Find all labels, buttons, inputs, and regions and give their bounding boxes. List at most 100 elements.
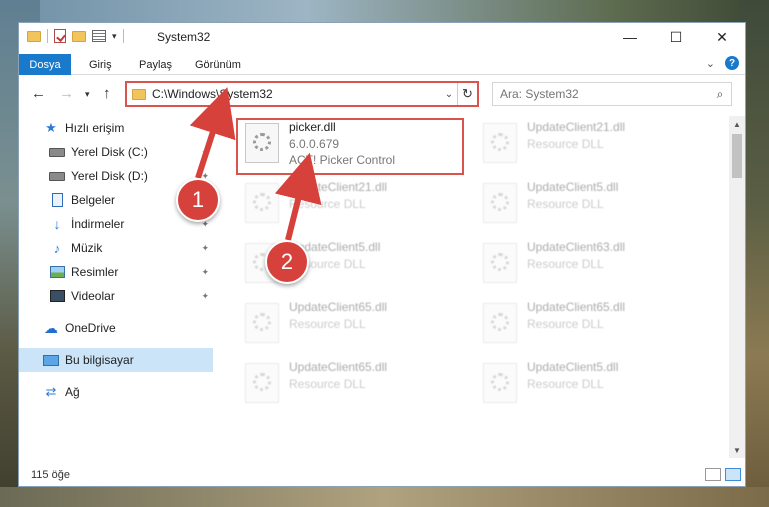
navigation-bar: ← → ▾ ↑ C:\Windows\System32 ⌄ ↻ ⌕	[19, 76, 745, 112]
sidebar-item-label: Ağ	[65, 385, 80, 399]
sidebar-item-music[interactable]: ♪ Müzik ✦	[19, 236, 213, 260]
item-count: 115 öğe	[31, 469, 70, 481]
pin-icon[interactable]: ✦	[201, 147, 209, 158]
recent-locations-chevron-icon[interactable]: ▾	[85, 89, 90, 100]
file-item-picker-dll[interactable]: picker.dll 6.0.0.679 ACT! Picker Control	[239, 119, 469, 177]
sidebar-item-network[interactable]: ⇄ Ağ	[19, 380, 213, 404]
file-item[interactable]: UpdateClient65.dll Resource DLL	[239, 359, 469, 417]
new-folder-icon[interactable]	[72, 30, 86, 42]
divider	[122, 29, 124, 43]
sidebar-item-videos[interactable]: Videolar ✦	[19, 284, 213, 308]
step-marker-2: 2	[265, 240, 309, 284]
sidebar-item-pictures[interactable]: Resimler ✦	[19, 260, 213, 284]
file-name: UpdateClient5.dll	[527, 180, 619, 194]
title-bar: ▾ System32 — ☐ ✕	[19, 23, 745, 51]
file-item[interactable]: UpdateClient5.dll Resource DLL	[477, 179, 707, 237]
search-icon[interactable]: ⌕	[709, 87, 731, 102]
properties-check-icon[interactable]	[54, 29, 66, 43]
dll-file-icon	[245, 363, 279, 403]
sidebar-item-local-disk-c[interactable]: Yerel Disk (C:) ✦	[19, 140, 213, 164]
file-list: picker.dll 6.0.0.679 ACT! Picker Control…	[227, 116, 729, 456]
address-dropdown-chevron-icon[interactable]: ⌄	[441, 89, 457, 100]
maximize-button[interactable]: ☐	[653, 23, 699, 51]
window-controls: — ☐ ✕	[607, 23, 745, 51]
explorer-window: ▾ System32 — ☐ ✕ Dosya Giriş Paylaş Görü…	[18, 22, 746, 487]
file-name: UpdateClient65.dll	[289, 360, 388, 374]
tab-view[interactable]: Görünüm	[187, 54, 249, 75]
sidebar-item-label: Bu bilgisayar	[65, 353, 134, 367]
sidebar-item-this-pc[interactable]: Bu bilgisayar	[19, 348, 213, 372]
expand-ribbon-chevron-icon[interactable]: ⌄	[706, 57, 715, 70]
file-item[interactable]: UpdateClient5.dll Resource DLL	[477, 359, 707, 417]
videos-icon	[49, 289, 65, 303]
file-item[interactable]: UpdateClient65.dll Resource DLL	[477, 299, 707, 357]
step-marker-1: 1	[176, 178, 220, 222]
file-item[interactable]: UpdateClient63.dll Resource DLL	[477, 239, 707, 297]
tab-share[interactable]: Paylaş	[131, 54, 180, 75]
sidebar-item-label: OneDrive	[65, 321, 116, 335]
file-item[interactable]: UpdateClient65.dll Resource DLL	[239, 299, 469, 357]
dll-file-icon	[483, 243, 517, 283]
minimize-button[interactable]: —	[607, 23, 653, 51]
file-name: UpdateClient21.dll	[527, 120, 626, 134]
dll-file-icon	[483, 123, 517, 163]
dll-file-icon	[245, 183, 279, 223]
status-bar: 115 öğe	[19, 464, 745, 486]
sidebar-item-label: Videolar	[71, 289, 115, 303]
folder-icon	[132, 88, 146, 100]
dll-file-icon	[483, 363, 517, 403]
file-description: Resource DLL	[527, 317, 604, 331]
music-icon: ♪	[53, 240, 61, 256]
file-description: Resource DLL	[289, 317, 366, 331]
file-description: Resource DLL	[289, 377, 366, 391]
large-icons-view-icon[interactable]	[725, 468, 741, 481]
cloud-icon: ☁	[44, 319, 58, 336]
scroll-up-icon[interactable]: ▲	[729, 116, 745, 132]
file-item[interactable]: UpdateClient21.dll Resource DLL	[477, 119, 707, 177]
scroll-thumb[interactable]	[732, 134, 742, 178]
sidebar-item-onedrive[interactable]: ☁ OneDrive	[19, 316, 213, 340]
scroll-down-icon[interactable]: ▼	[729, 442, 745, 458]
sidebar-item-label: Yerel Disk (C:)	[71, 145, 148, 159]
address-bar[interactable]: C:\Windows\System32 ⌄ ↻	[125, 81, 479, 107]
pin-icon[interactable]: ✦	[201, 243, 209, 254]
star-icon: ★	[45, 120, 57, 135]
file-description: ACT! Picker Control	[289, 153, 396, 167]
disk-icon	[49, 145, 65, 159]
address-path[interactable]: C:\Windows\System32	[152, 87, 441, 101]
sidebar-item-label: İndirmeler	[71, 217, 125, 231]
sidebar-item-label: Belgeler	[71, 193, 116, 207]
sidebar-item-label: Hızlı erişim	[65, 121, 125, 135]
divider	[47, 29, 48, 43]
details-view-icon[interactable]	[705, 468, 721, 481]
file-name: UpdateClient63.dll	[527, 240, 626, 254]
tab-file[interactable]: Dosya	[19, 54, 71, 75]
refresh-icon[interactable]: ↻	[457, 83, 477, 105]
pin-icon[interactable]: ✦	[201, 291, 209, 302]
back-arrow-icon[interactable]: ←	[31, 85, 46, 102]
pictures-icon	[49, 265, 65, 279]
disk-icon	[49, 169, 65, 183]
sidebar-item-quick-access[interactable]: ★ Hızlı erişim	[19, 116, 213, 140]
properties-icon[interactable]	[92, 30, 106, 42]
window-title: System32	[157, 30, 211, 44]
folder-icon	[27, 30, 41, 42]
customize-toolbar-chevron-icon[interactable]: ▾	[112, 31, 117, 42]
vertical-scrollbar[interactable]: ▲ ▼	[729, 116, 745, 458]
dll-file-icon	[483, 183, 517, 223]
dll-file-icon	[483, 303, 517, 343]
file-name: UpdateClient5.dll	[527, 360, 619, 374]
file-description: Resource DLL	[527, 137, 604, 151]
file-item[interactable]: UpdateClient21.dll Resource DLL	[239, 179, 469, 237]
tab-home[interactable]: Giriş	[81, 54, 120, 75]
close-button[interactable]: ✕	[699, 23, 745, 51]
search-input[interactable]	[500, 87, 709, 101]
network-icon: ⇄	[45, 384, 57, 399]
forward-arrow-icon[interactable]: →	[59, 85, 74, 102]
file-name: UpdateClient21.dll	[289, 180, 388, 194]
help-icon[interactable]: ?	[725, 56, 739, 70]
up-arrow-icon[interactable]: ↑	[103, 85, 111, 102]
file-description: Resource DLL	[527, 257, 604, 271]
pin-icon[interactable]: ✦	[201, 267, 209, 278]
search-box[interactable]: ⌕	[492, 82, 732, 106]
